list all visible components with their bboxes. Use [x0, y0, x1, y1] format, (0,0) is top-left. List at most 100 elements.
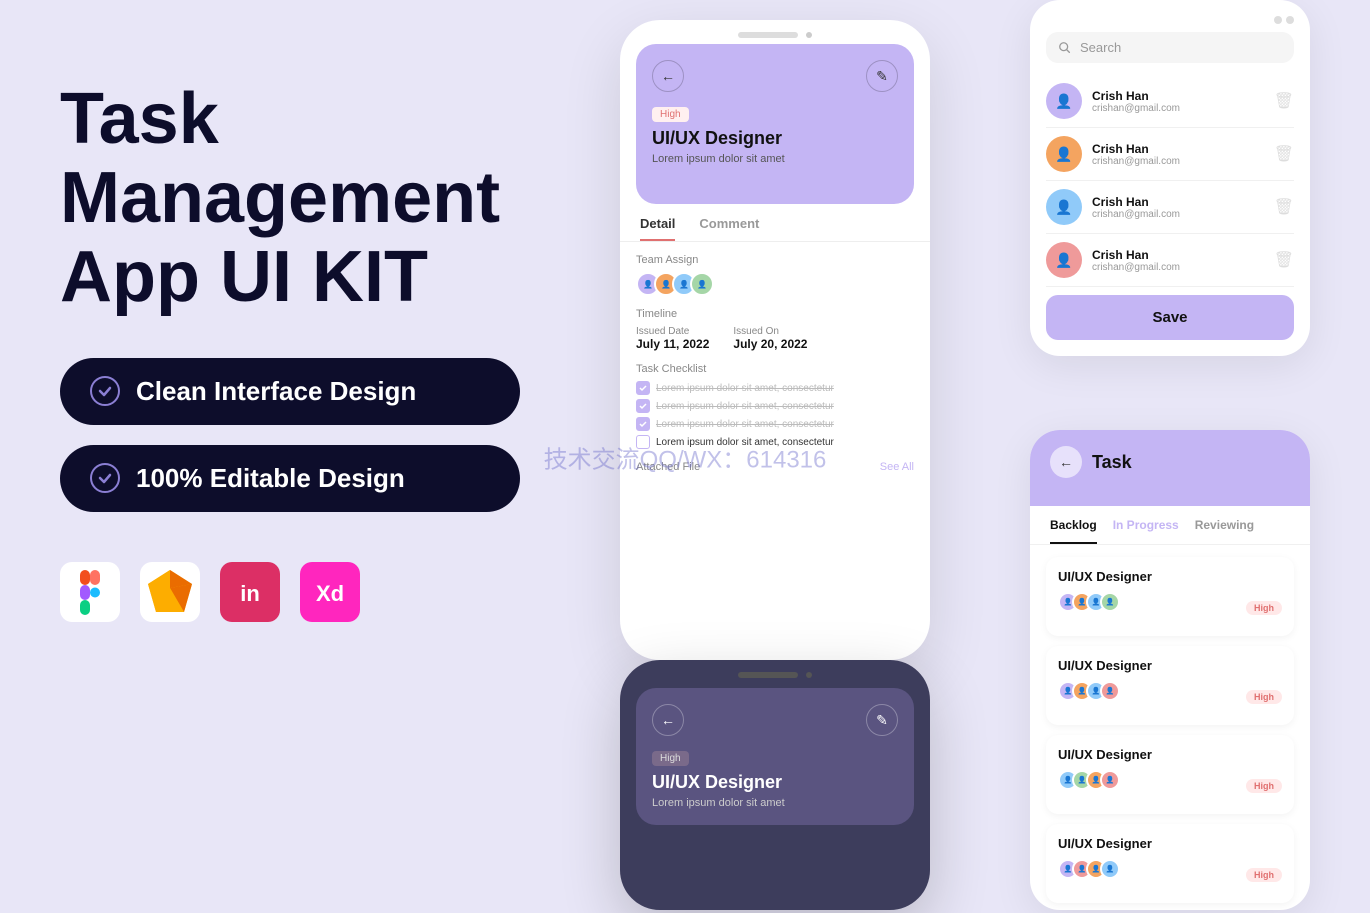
- card-av-8: 👤: [1100, 681, 1120, 701]
- card-avatars-2: 👤 👤 👤 👤: [1058, 681, 1114, 701]
- delete-icon-2[interactable]: 🗑: [1274, 144, 1294, 164]
- issued-on-label: Issued On: [733, 326, 807, 337]
- avatar-4: 👤: [690, 272, 714, 296]
- search-placeholder: Search: [1080, 40, 1121, 55]
- phone-dark-mockup: ← ✎ High UI/UX Designer Lorem ipsum dolo…: [620, 660, 930, 910]
- contact-email-3: crishan@gmail.com: [1092, 209, 1264, 220]
- dark-notch: [620, 660, 930, 684]
- svg-text:Xd: Xd: [316, 580, 344, 605]
- task-description: Lorem ipsum dolor sit amet: [652, 153, 898, 165]
- notch-bar: [738, 32, 798, 38]
- dot-2: [1286, 16, 1294, 24]
- task-card-2: UI/UX Designer 👤 👤 👤 👤 High: [1046, 646, 1294, 725]
- contact-avatar-4: 👤: [1046, 242, 1082, 278]
- card-badge-3: High: [1246, 779, 1282, 793]
- task-panel-tabs: Backlog In Progress Reviewing: [1030, 506, 1310, 545]
- card-avatars-1: 👤 👤 👤 👤: [1058, 592, 1114, 612]
- issued-date-col: Issued Date July 11, 2022: [636, 326, 709, 351]
- contacts-dots: [1274, 16, 1294, 24]
- issued-on-col: Issued On July 20, 2022: [733, 326, 807, 351]
- issued-on-value: July 20, 2022: [733, 337, 807, 351]
- page-title: Task Management App UI KIT: [60, 80, 580, 318]
- save-button[interactable]: Save: [1046, 295, 1294, 340]
- card-av-16: 👤: [1100, 859, 1120, 879]
- task-card-bottom-1: 👤 👤 👤 👤 High: [1058, 592, 1282, 624]
- tab-reviewing[interactable]: Reviewing: [1195, 518, 1254, 544]
- task-panel-nav: ← Task: [1050, 446, 1290, 478]
- invision-icon: in: [220, 562, 280, 627]
- card-avatars-3: 👤 👤 👤 👤: [1058, 770, 1114, 790]
- task-header-card: ← ✎ High UI/UX Designer Lorem ipsum dolo…: [636, 44, 914, 204]
- task-panel-header: ← Task: [1030, 430, 1310, 506]
- checklist-text-4: Lorem ipsum dolor sit amet, consectetur: [656, 437, 834, 448]
- contact-email-2: crishan@gmail.com: [1092, 156, 1264, 167]
- team-assign-label: Team Assign: [636, 254, 914, 266]
- search-bar[interactable]: Search: [1046, 32, 1294, 63]
- priority-badge: High: [652, 107, 689, 122]
- dark-back-button[interactable]: ←: [652, 704, 684, 736]
- checklist-item-3: Lorem ipsum dolor sit amet, consectetur: [636, 417, 914, 431]
- task-card-3: UI/UX Designer 👤 👤 👤 👤 High: [1046, 735, 1294, 814]
- contact-info-4: Crish Han crishan@gmail.com: [1092, 248, 1264, 273]
- delete-icon-3[interactable]: 🗑: [1274, 197, 1294, 217]
- dark-notch-bar: [738, 672, 798, 678]
- contact-info-2: Crish Han crishan@gmail.com: [1092, 142, 1264, 167]
- edit-button[interactable]: ✎: [866, 60, 898, 92]
- timeline-label: Timeline: [636, 308, 914, 320]
- checklist-text-3: Lorem ipsum dolor sit amet, consectetur: [656, 419, 834, 430]
- feature-2-button[interactable]: 100% Editable Design: [60, 445, 520, 512]
- task-panel: ← Task Backlog In Progress Reviewing UI/…: [1030, 430, 1310, 910]
- checklist-item-2: Lorem ipsum dolor sit amet, consectetur: [636, 399, 914, 413]
- checkbox-1[interactable]: [636, 381, 650, 395]
- svg-text:in: in: [240, 580, 260, 605]
- task-card-title-4: UI/UX Designer: [1058, 836, 1282, 851]
- dark-task-desc: Lorem ipsum dolor sit amet: [652, 797, 898, 809]
- team-avatars: 👤 👤 👤 👤: [636, 272, 914, 296]
- phone-tabs: Detail Comment: [620, 204, 930, 242]
- delete-icon-1[interactable]: 🗑: [1274, 91, 1294, 111]
- check-icon-1: [90, 376, 120, 406]
- tab-in-progress[interactable]: In Progress: [1113, 518, 1179, 544]
- contact-item-4: 👤 Crish Han crishan@gmail.com 🗑: [1046, 234, 1294, 287]
- task-list: UI/UX Designer 👤 👤 👤 👤 High UI/UX Design…: [1030, 545, 1310, 910]
- feature-2-label: 100% Editable Design: [136, 463, 405, 494]
- see-all-link[interactable]: See All: [880, 461, 914, 473]
- search-icon: [1058, 41, 1072, 55]
- checkbox-2[interactable]: [636, 399, 650, 413]
- dark-priority-badge: High: [652, 751, 689, 766]
- card-badge-4: High: [1246, 868, 1282, 882]
- tab-detail[interactable]: Detail: [640, 216, 675, 241]
- contact-name-3: Crish Han: [1092, 195, 1264, 209]
- attached-file-row: Attached File See All: [636, 453, 914, 473]
- dark-task-title: UI/UX Designer: [652, 772, 898, 793]
- issued-date-value: July 11, 2022: [636, 337, 709, 351]
- checklist-item-1: Lorem ipsum dolor sit amet, consectetur: [636, 381, 914, 395]
- dark-phone-nav: ← ✎: [652, 704, 898, 736]
- checkbox-4[interactable]: [636, 435, 650, 449]
- feature-1-button[interactable]: Clean Interface Design: [60, 358, 520, 425]
- tab-backlog[interactable]: Backlog: [1050, 518, 1097, 544]
- tab-comment[interactable]: Comment: [699, 216, 759, 241]
- delete-icon-4[interactable]: 🗑: [1274, 250, 1294, 270]
- back-button[interactable]: ←: [652, 60, 684, 92]
- task-card-title-3: UI/UX Designer: [1058, 747, 1282, 762]
- contact-name-2: Crish Han: [1092, 142, 1264, 156]
- checkbox-3[interactable]: [636, 417, 650, 431]
- contact-item-3: 👤 Crish Han crishan@gmail.com 🗑: [1046, 181, 1294, 234]
- dark-edit-button[interactable]: ✎: [866, 704, 898, 736]
- task-card-title-1: UI/UX Designer: [1058, 569, 1282, 584]
- checklist-item-4: Lorem ipsum dolor sit amet, consectetur: [636, 435, 914, 449]
- contacts-panel: Search 👤 Crish Han crishan@gmail.com 🗑 👤…: [1030, 0, 1310, 356]
- task-card-1: UI/UX Designer 👤 👤 👤 👤 High: [1046, 557, 1294, 636]
- task-card-bottom-2: 👤 👤 👤 👤 High: [1058, 681, 1282, 713]
- left-section: Task Management App UI KIT Clean Interfa…: [60, 80, 580, 627]
- dot-1: [1274, 16, 1282, 24]
- task-panel-back[interactable]: ←: [1050, 446, 1082, 478]
- attached-label: Attached File: [636, 461, 700, 473]
- task-card-bottom-4: 👤 👤 👤 👤 High: [1058, 859, 1282, 891]
- dark-notch-dot: [806, 672, 812, 678]
- contact-info-3: Crish Han crishan@gmail.com: [1092, 195, 1264, 220]
- check-icon-2: [90, 463, 120, 493]
- figma-icon: [60, 562, 120, 627]
- contact-name-1: Crish Han: [1092, 89, 1264, 103]
